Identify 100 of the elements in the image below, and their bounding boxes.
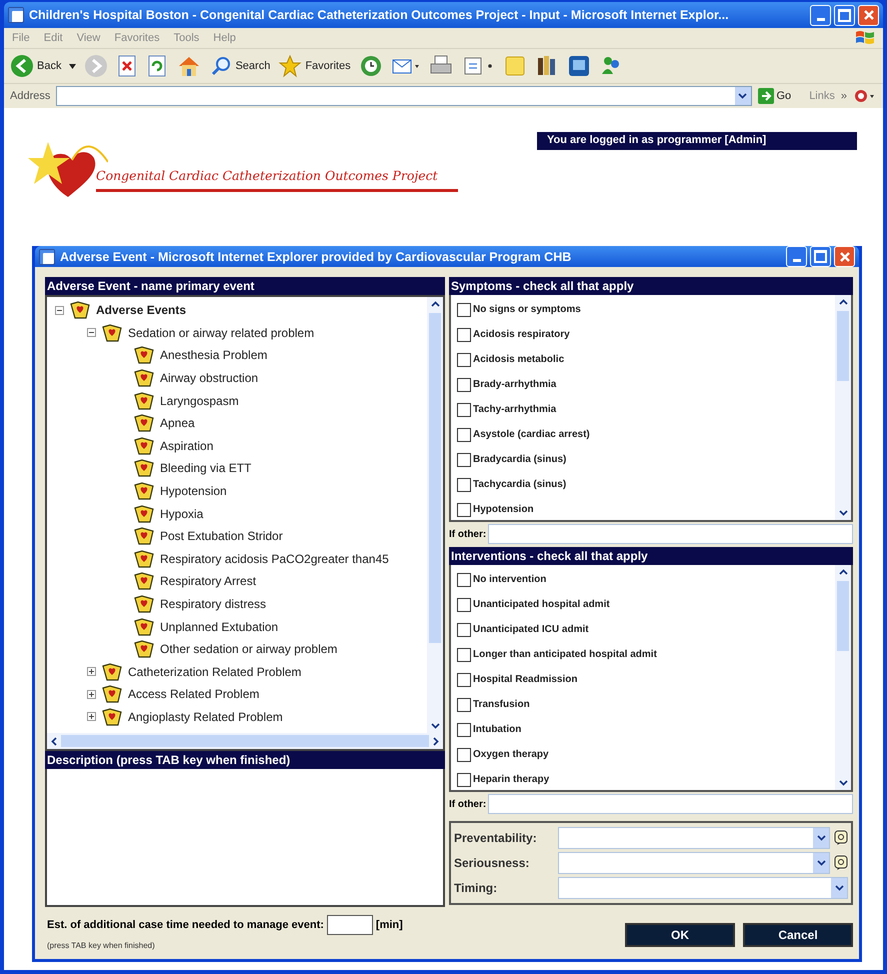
maximize-button[interactable] [810,246,831,267]
stop-icon[interactable] [116,54,138,78]
dropdown-field[interactable] [558,827,830,849]
dropdown-arrow-icon[interactable] [69,64,76,68]
checkbox[interactable] [457,502,471,516]
checkbox[interactable] [457,478,471,492]
chevron-down-icon[interactable] [838,510,848,516]
tree-item[interactable]: Post Extubation Stridor [160,529,283,544]
scroll-thumb[interactable] [837,311,849,381]
checkbox[interactable] [457,748,471,762]
tree-item[interactable]: Respiratory Arrest [160,574,256,588]
expander-icon[interactable] [87,328,96,338]
checkbox-option[interactable]: No intervention [451,567,835,592]
tree-item[interactable]: Bleeding via ETT [160,461,252,476]
chevron-left-icon[interactable] [51,736,57,746]
checkbox[interactable] [457,378,471,392]
chevron-up-icon[interactable] [838,299,848,305]
dropdown-field[interactable] [558,852,830,874]
scrollbar[interactable] [835,295,851,520]
back-button[interactable]: Back [10,54,62,78]
tree-item[interactable]: Access Related Problem [128,687,260,702]
checkbox[interactable] [457,352,471,366]
minutes-field[interactable] [326,915,373,935]
refresh-icon[interactable] [146,54,168,78]
expander-icon[interactable] [55,306,64,315]
checkbox[interactable] [457,428,471,442]
checkbox-option[interactable]: Bradycardia (sinus) [451,447,835,472]
close-button[interactable] [858,4,879,26]
checkbox-option[interactable]: Acidosis metabolic [451,347,835,372]
checkbox[interactable] [457,402,471,416]
scroll-thumb[interactable] [429,313,441,643]
expander-icon[interactable] [87,690,96,699]
checkbox-option[interactable]: Oxygen therapy [451,742,835,767]
checkbox-option[interactable]: Tachy-arrhythmia [451,397,835,422]
dialog-button[interactable]: OK [625,923,735,947]
toolbar-extension-icon[interactable] [853,87,877,105]
tree-item[interactable]: Aspiration [160,438,214,453]
close-button[interactable] [834,246,855,267]
tree-item[interactable]: Laryngospasm [160,394,239,408]
checkbox[interactable] [457,328,471,342]
checkbox-option[interactable]: Transfusion [451,692,835,717]
scrollbar[interactable] [47,733,443,749]
chevron-down-icon[interactable] [430,723,440,729]
tree-item[interactable]: Hypoxia [160,506,204,521]
checkbox-option[interactable]: Heparin therapy [451,767,835,790]
checkbox-option[interactable]: Tachycardia (sinus) [451,472,835,497]
more-links-button[interactable]: » [840,90,847,102]
help-icon[interactable] [834,830,848,846]
checkbox[interactable] [457,672,471,686]
checkbox-option[interactable]: Unanticipated hospital admit [451,592,835,617]
other-field[interactable] [488,524,853,544]
tree-item[interactable]: Hypotension [160,484,227,498]
tree-item[interactable]: Other sedation or airway problem [160,642,338,656]
tree-item[interactable]: Angioplasty Related Problem [128,710,283,724]
minimize-button[interactable] [786,246,807,267]
monitor-icon[interactable] [566,54,591,78]
tree-item[interactable]: Unplanned Extubation [160,620,278,634]
checkbox[interactable] [457,698,471,712]
dropdown-button[interactable] [734,87,750,105]
chevron-right-icon[interactable] [433,736,439,746]
checkbox[interactable] [457,622,471,636]
checkbox-option[interactable]: Acidosis respiratory [451,322,835,347]
tree-item[interactable]: Anesthesia Problem [160,348,268,362]
dialog-button[interactable]: Cancel [743,923,853,947]
scroll-thumb[interactable] [61,735,429,747]
scroll-thumb[interactable] [837,581,849,651]
tree-item[interactable]: Airway obstruction [160,371,258,386]
favorites-button[interactable]: Favorites [278,54,351,78]
expander-icon[interactable] [87,667,96,676]
help-icon[interactable] [834,855,848,871]
checkbox-option[interactable]: Intubation [451,717,835,742]
checkbox[interactable] [457,722,471,736]
checkbox-option[interactable]: Hypotension [451,497,835,520]
checkbox-option[interactable]: Hospital Readmission [451,667,835,692]
minimize-button[interactable] [810,4,831,26]
tree-item[interactable]: Apnea [160,416,195,430]
chevron-down-icon[interactable] [838,780,848,786]
checkbox-option[interactable]: Brady-arrhythmia [451,372,835,397]
checkbox-option[interactable]: No signs or symptoms [451,297,835,322]
address-field[interactable] [56,86,752,106]
description-field[interactable] [45,769,445,907]
chevron-up-icon[interactable] [838,569,848,575]
search-button[interactable]: Search [210,55,270,77]
checkbox[interactable] [457,648,471,662]
tree-item[interactable]: Adverse Events [96,303,186,318]
checkbox-option[interactable]: Asystole (cardiac arrest) [451,422,835,447]
tree-item[interactable]: Respiratory acidosis PaCO2greater than45 [160,552,389,566]
checkbox[interactable] [457,302,471,316]
scrollbar[interactable] [835,565,851,790]
chevron-up-icon[interactable] [430,301,440,307]
checkbox[interactable] [457,452,471,466]
checkbox[interactable] [457,598,471,612]
expander-icon[interactable] [87,712,96,722]
history-icon[interactable] [358,54,383,78]
checkbox[interactable] [457,772,471,786]
tree-item[interactable]: Respiratory distress [160,597,266,612]
dropdown-field[interactable] [558,877,848,899]
scrollbar[interactable] [427,297,443,733]
checkbox-option[interactable]: Unanticipated ICU admit [451,617,835,642]
other-field[interactable] [488,794,853,814]
